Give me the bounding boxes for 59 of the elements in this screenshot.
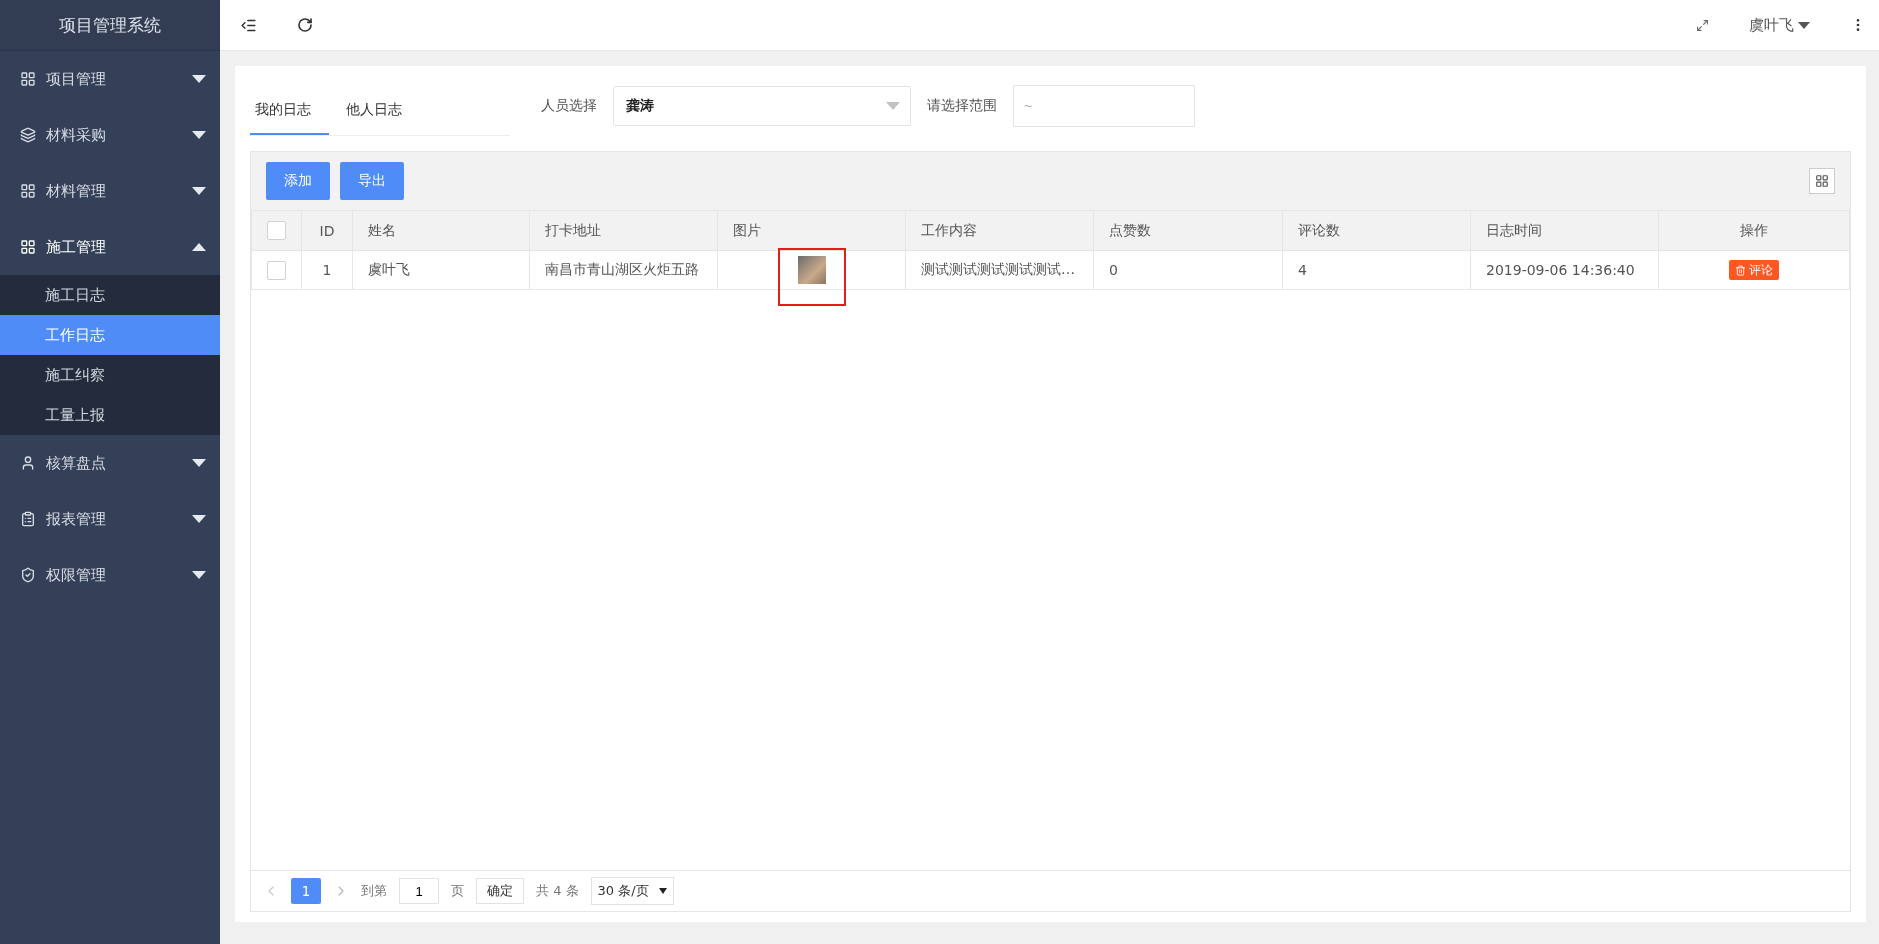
checkbox[interactable] — [267, 260, 286, 280]
column-header: 工作内容 — [905, 210, 1094, 251]
sidebar-item[interactable]: 权限管理 — [0, 547, 220, 603]
clipboard-icon — [20, 511, 36, 527]
submenu-item[interactable]: 施工纠察 — [0, 355, 220, 395]
column-header: 评论数 — [1282, 210, 1471, 251]
trash-icon — [1735, 264, 1746, 276]
column-header: 点赞数 — [1093, 210, 1283, 251]
confirm-button[interactable]: 确定 — [476, 878, 524, 904]
checkbox[interactable] — [267, 221, 286, 240]
person-select[interactable]: 龚涛 — [613, 86, 911, 126]
sidebar-item[interactable]: 项目管理 — [0, 51, 220, 107]
total-count: 共 4 条 — [536, 882, 579, 900]
table-cell: 测试测试测试测试测试… — [905, 250, 1094, 290]
submenu-item[interactable]: 工量上报 — [0, 395, 220, 435]
page-unit: 页 — [451, 882, 464, 900]
page-size-select[interactable]: 30 条/页 — [590, 877, 674, 905]
grid-icon — [20, 239, 36, 255]
table-cell: 南昌市青山湖区火炬五路 — [529, 250, 718, 290]
field-label: 人员选择 — [541, 97, 597, 115]
column-header: ID — [301, 210, 353, 251]
sidebar-item[interactable]: 施工管理 — [0, 219, 220, 275]
refresh-icon[interactable] — [297, 17, 313, 33]
user-icon — [20, 455, 36, 471]
column-header: 打卡地址 — [529, 210, 718, 251]
highlight-frame — [777, 248, 846, 306]
column-header: 图片 — [717, 210, 906, 251]
sidebar-item[interactable]: 材料采购 — [0, 107, 220, 163]
table-cell: 4 — [1282, 250, 1471, 290]
grid-icon — [20, 71, 36, 87]
grid-icon — [20, 183, 36, 199]
field-label: 请选择范围 — [927, 97, 997, 115]
columns-button[interactable] — [1809, 168, 1835, 194]
user-menu[interactable]: 虞叶飞 — [1749, 15, 1810, 35]
table-cell: 2019-09-06 14:36:40 — [1470, 250, 1659, 290]
photo-placeholder[interactable] — [797, 256, 826, 284]
columns-icon — [1815, 174, 1829, 188]
column-header: 操作 — [1658, 210, 1850, 251]
column-header: 姓名 — [352, 210, 530, 251]
table-cell: 1 — [301, 250, 353, 290]
goto-label: 到第 — [361, 882, 387, 900]
app-title: 项目管理系统 — [0, 0, 220, 51]
range-field[interactable]: ~ — [1013, 85, 1195, 127]
caret-icon — [1798, 21, 1810, 29]
sidebar-item[interactable]: 报表管理 — [0, 491, 220, 547]
table-cell: 虞叶飞 — [352, 250, 530, 290]
tab[interactable]: 他人日志 — [341, 101, 420, 135]
shield-icon — [20, 567, 36, 583]
fullscreen-icon[interactable] — [1696, 18, 1709, 32]
column-header: 日志时间 — [1470, 210, 1659, 251]
page-input[interactable]: 1 — [399, 878, 439, 904]
table-cell: 0 — [1093, 250, 1283, 290]
submenu-item[interactable]: 施工日志 — [0, 275, 220, 315]
sidebar-item[interactable]: 材料管理 — [0, 163, 220, 219]
sidebar-item[interactable]: 核算盘点 — [0, 435, 220, 491]
caret-icon — [886, 102, 900, 110]
tab[interactable]: 我的日志 — [250, 101, 329, 135]
caret-icon — [658, 888, 667, 894]
layers-icon — [20, 127, 36, 143]
